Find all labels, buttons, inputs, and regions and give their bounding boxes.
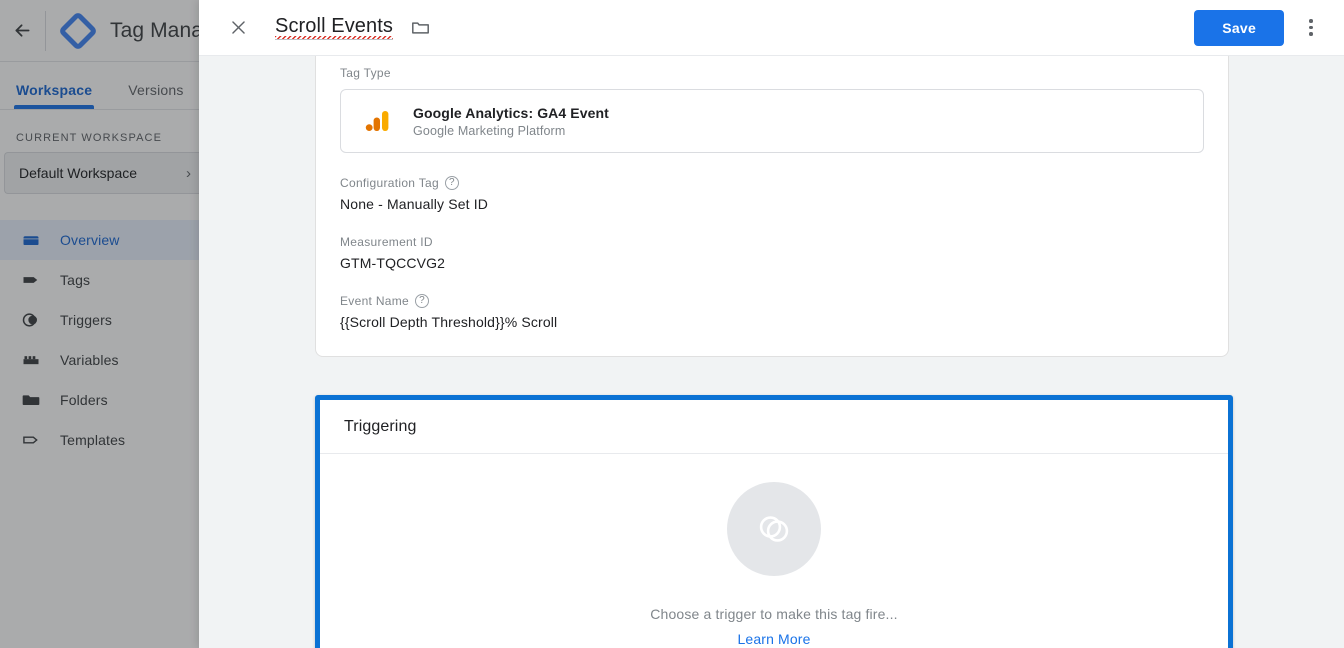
measurement-id-value: GTM-TQCCVG2 [340, 255, 446, 271]
tag-configuration-card: Tag Type Google Analytics: GA4 Event Goo… [315, 56, 1229, 357]
tag-editor-dialog: Scroll Events Save Tag Type Google Analy… [199, 0, 1344, 648]
tag-name-value: Scroll Events [275, 15, 394, 40]
tag-type-vendor: Google Marketing Platform [413, 123, 566, 138]
field-label-text: Configuration Tag [340, 176, 439, 190]
save-button[interactable]: Save [1194, 9, 1284, 46]
tag-type-text: Google Analytics: GA4 Event Google Marke… [413, 105, 609, 138]
trigger-circles-icon [727, 482, 821, 576]
tag-name-input[interactable]: Scroll Events [275, 15, 394, 40]
field-label-text: Event Name [340, 294, 410, 308]
close-icon[interactable] [223, 13, 253, 43]
event-name-field[interactable]: Event Name ? {{Scroll Depth Threshold}}%… [340, 294, 1204, 330]
tag-type-selector[interactable]: Google Analytics: GA4 Event Google Marke… [340, 89, 1204, 153]
event-name-label: Event Name ? [340, 294, 1204, 308]
tag-type-label: Tag Type [340, 66, 391, 80]
google-analytics-icon [363, 107, 391, 135]
dialog-header: Scroll Events Save [199, 0, 1344, 56]
empty-state-text: Choose a trigger to make this tag fire..… [650, 606, 898, 622]
configuration-tag-field[interactable]: Configuration Tag ? None - Manually Set … [340, 176, 1204, 212]
dialog-body: Tag Type Google Analytics: GA4 Event Goo… [199, 56, 1344, 648]
event-name-value: {{Scroll Depth Threshold}}% Scroll [340, 314, 558, 330]
learn-more-link[interactable]: Learn More [737, 631, 810, 647]
triggering-card[interactable]: Triggering Choose a trigger to make this… [315, 395, 1233, 648]
triggering-empty-state: Choose a trigger to make this tag fire..… [320, 454, 1228, 648]
field-label-text: Measurement ID [340, 235, 433, 249]
folder-icon[interactable] [408, 16, 432, 40]
tag-type-field: Tag Type Google Analytics: GA4 Event Goo… [340, 66, 1204, 153]
dialog-title-group: Scroll Events [275, 15, 1194, 40]
measurement-id-label: Measurement ID [340, 235, 1204, 249]
triggering-header: Triggering [320, 400, 1228, 454]
more-vert-icon[interactable] [1294, 8, 1328, 48]
screen: Tag Manager Workspace Versions CURRENT W… [0, 0, 1344, 648]
tag-type-name: Google Analytics: GA4 Event [413, 104, 609, 121]
help-icon[interactable]: ? [444, 176, 459, 190]
configuration-tag-label: Configuration Tag ? [340, 176, 1204, 190]
help-icon[interactable]: ? [415, 294, 430, 308]
triggering-title: Triggering [344, 417, 417, 435]
measurement-id-field[interactable]: Measurement ID GTM-TQCCVG2 [340, 235, 1204, 271]
configuration-tag-value: None - Manually Set ID [340, 196, 489, 212]
